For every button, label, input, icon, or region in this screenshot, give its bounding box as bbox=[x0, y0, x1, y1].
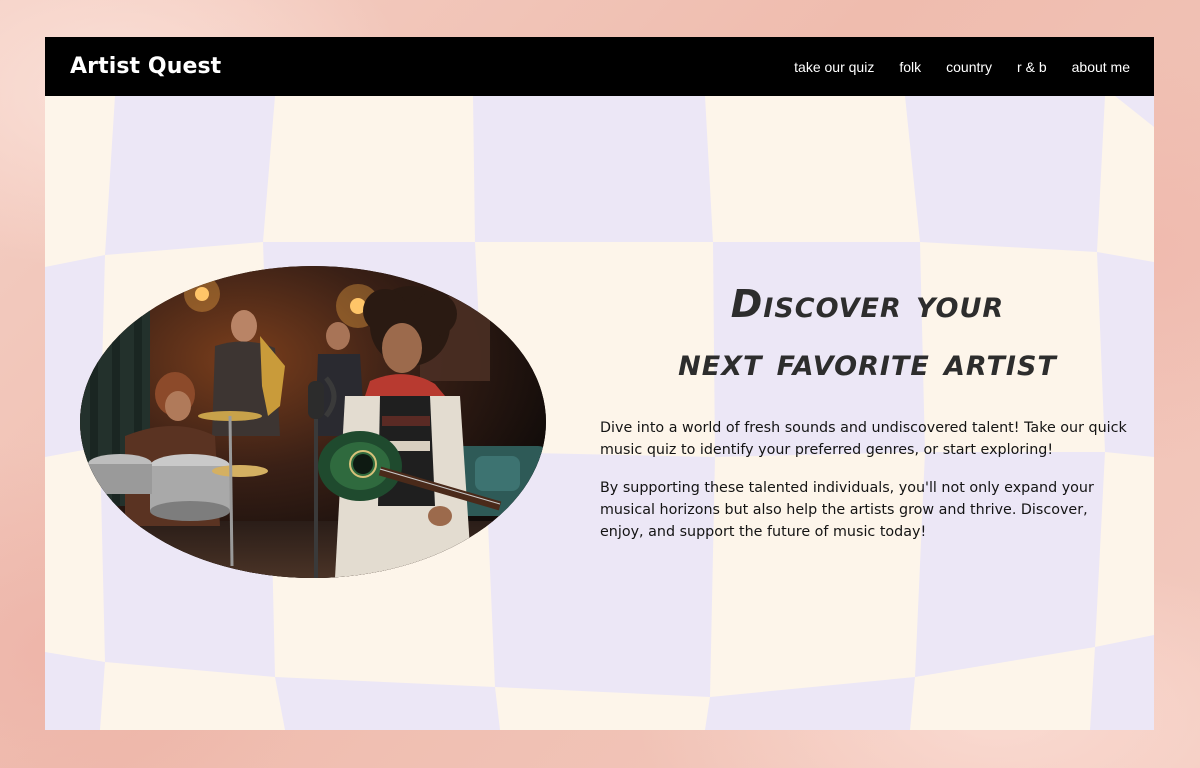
support-paragraph: By supporting these talented individuals… bbox=[600, 480, 1094, 540]
nav-link-folk[interactable]: folk bbox=[899, 59, 921, 75]
main-nav: take our quiz folk country r & b about m… bbox=[769, 59, 1130, 75]
band-performance-photo bbox=[80, 266, 546, 578]
page-frame: Artist Quest take our quiz folk country … bbox=[45, 37, 1154, 730]
top-navigation-bar: Artist Quest take our quiz folk country … bbox=[45, 37, 1154, 96]
nav-link-country[interactable]: country bbox=[946, 59, 992, 75]
hero-description: Dive into a world of fresh sounds and un… bbox=[600, 417, 1135, 559]
headline-line-2: next favorite artist bbox=[678, 340, 1057, 384]
site-logo[interactable]: Artist Quest bbox=[70, 54, 221, 79]
nav-link-take-our-quiz[interactable]: take our quiz bbox=[794, 59, 874, 75]
nav-link-about-me[interactable]: about me bbox=[1072, 59, 1130, 75]
headline-line-1: Discover your bbox=[730, 282, 1005, 326]
intro-paragraph: Dive into a world of fresh sounds and un… bbox=[600, 420, 1127, 458]
nav-link-r-and-b[interactable]: r & b bbox=[1017, 59, 1047, 75]
hero-headline: Discover your next favorite artist bbox=[600, 275, 1135, 391]
